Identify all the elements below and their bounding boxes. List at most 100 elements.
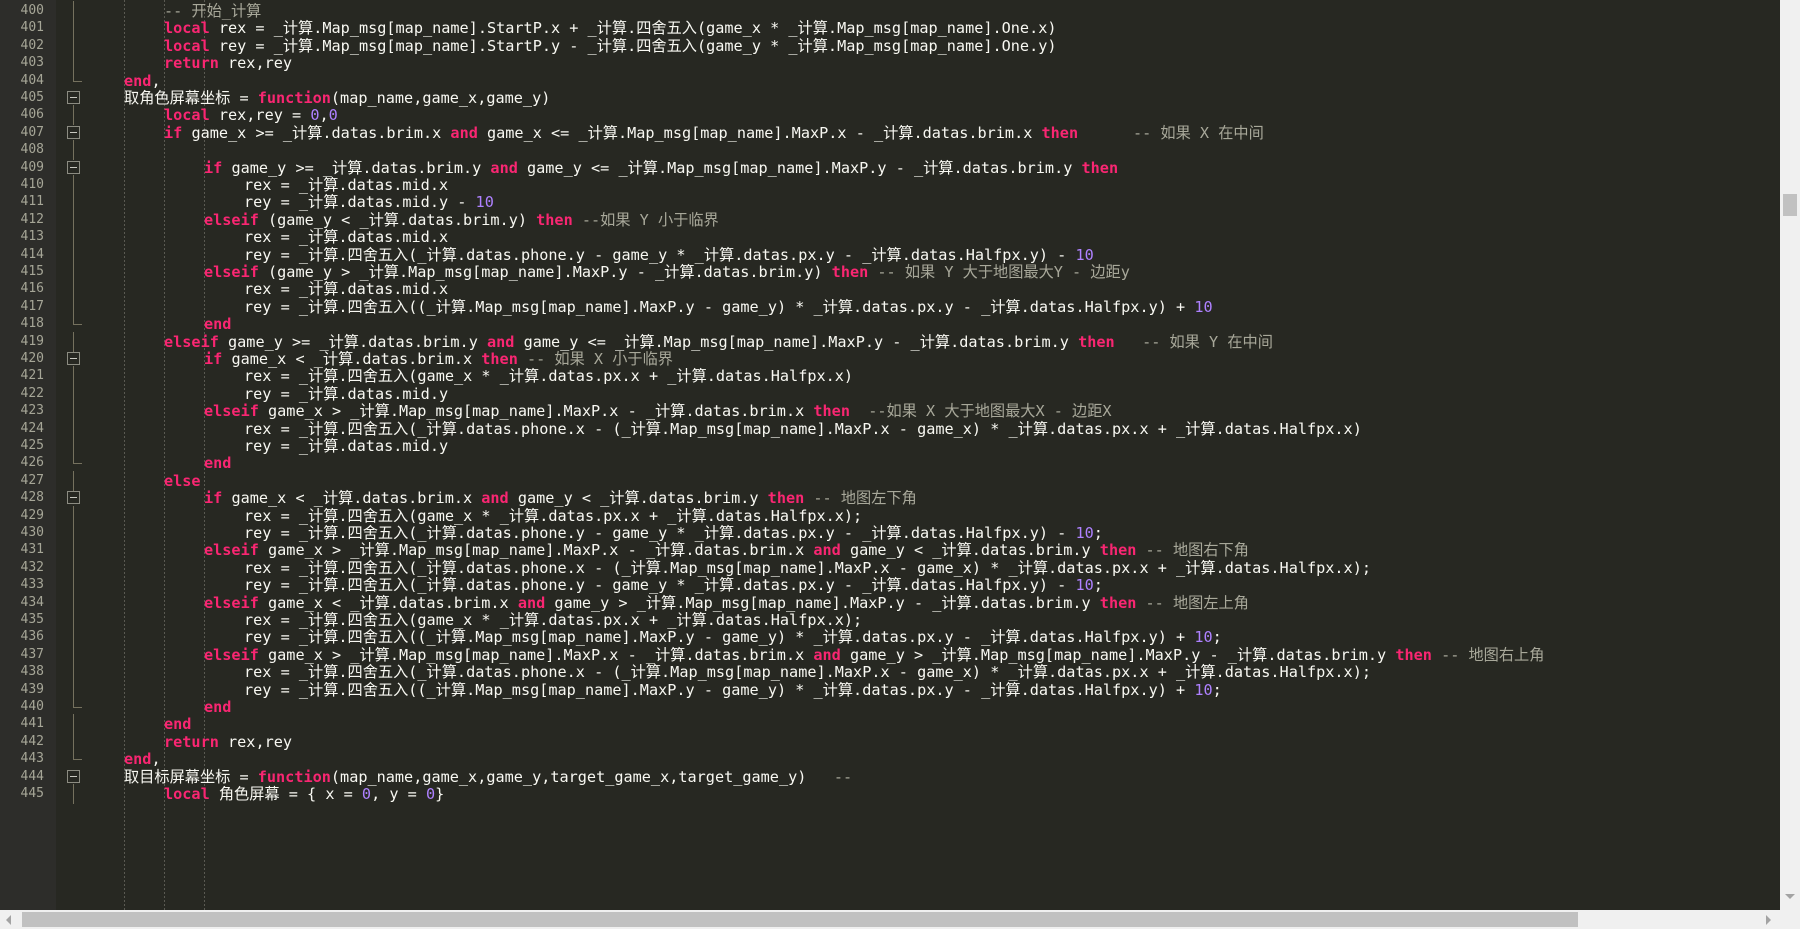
keyword-token: elseif — [204, 541, 259, 560]
code-line[interactable]: 445 local 角色屏幕 = { x = 0, y = 0} — [0, 784, 1780, 804]
code-token: rex = _计算.四舍五入(game_x * _计算.datas.px.x +… — [244, 367, 854, 386]
comment-token: -- 如果 Y 大于地图最大Y - 边距y — [868, 263, 1130, 281]
horizontal-scrollbar[interactable] — [0, 910, 1780, 929]
code-token: rey = _计算.四舍五入(_计算.datas.phone.y - game_… — [244, 245, 1076, 264]
code-token: rex,rey — [218, 732, 293, 751]
code-token: rex = _计算.四舍五入(game_x * _计算.datas.px.x +… — [244, 506, 863, 525]
fold-collapse-icon[interactable] — [67, 91, 80, 104]
code-token: game_x < _计算.datas.brim.x — [258, 593, 518, 612]
code-token: , y = — [371, 785, 426, 803]
code-token: game_y > _计算.Map_msg[map_name].MaxP.y - … — [840, 645, 1396, 664]
scroll-down-arrow-icon[interactable] — [1785, 894, 1795, 899]
code-token: (game_y > _计算.Map_msg[map_name].MaxP.y -… — [258, 263, 832, 281]
number-token: 10 — [1075, 524, 1094, 542]
vertical-scroll-thumb[interactable] — [1783, 194, 1797, 216]
keyword-token: then — [1099, 593, 1137, 612]
fold-collapse-icon[interactable] — [67, 125, 80, 139]
keyword-token: return — [164, 54, 219, 73]
code-token: , — [319, 106, 329, 125]
keyword-token: function — [257, 767, 331, 786]
number-token: 10 — [1075, 245, 1094, 264]
keyword-token: elseif — [204, 645, 259, 664]
code-token: rex,rey — [218, 54, 293, 73]
code-token: rex = _计算.datas.mid.x — [244, 228, 449, 247]
code-editor[interactable]: 400 -- 开始_计算 401 local rex = _计算.Map_msg[ma… — [0, 0, 1780, 910]
code-token: , — [151, 71, 161, 90]
code-token: ; — [1093, 576, 1103, 595]
fold-collapse-icon[interactable] — [67, 769, 80, 783]
code-token: rex,rey = — [209, 106, 311, 125]
comment-token: --如果 X 大于地图最大X - 边距X — [849, 402, 1112, 421]
code-token: rex = _计算.四舍五入(game_x * _计算.datas.px.x +… — [244, 611, 863, 629]
code-token: game_x <= _计算.Map_msg[map_name].MaxP.x -… — [477, 123, 1042, 142]
fold-collapse-icon[interactable] — [67, 160, 80, 174]
code-token: rey = _计算.四舍五入(_计算.datas.phone.y - game_… — [244, 576, 1076, 595]
keyword-token: and — [517, 593, 546, 612]
fold-end-marker — [73, 70, 82, 82]
number-token: 10 — [1194, 680, 1213, 699]
code-text: local 角色屏幕 = { x = 0, y = 0} — [164, 784, 444, 804]
keyword-token: then — [1395, 645, 1432, 664]
keyword-token: then — [831, 263, 869, 281]
keyword-token: return — [164, 732, 219, 751]
keyword-token: elseif — [204, 402, 259, 421]
code-token: game_y >= _计算.datas.brim.y — [218, 332, 487, 351]
keyword-token: end — [204, 698, 232, 716]
code-token: game_y < _计算.datas.brim.y — [840, 541, 1100, 560]
code-token: rey = _计算.四舍五入((_计算.Map_msg[map_name].Ma… — [244, 628, 1195, 647]
keyword-token: local — [164, 106, 210, 125]
vertical-scrollbar[interactable] — [1780, 0, 1800, 910]
comment-token: -- — [806, 767, 853, 786]
number-token: 0 — [328, 106, 338, 125]
line-number: 445 — [20, 786, 44, 801]
keyword-token: if — [204, 489, 223, 508]
comment-token: -- 如果 Y 在中间 — [1114, 332, 1273, 351]
code-token: ; — [1212, 680, 1222, 699]
keyword-token: end — [204, 454, 232, 473]
keyword-token: elseif — [204, 210, 259, 229]
keyword-token: local — [164, 785, 210, 803]
number-token: 10 — [1194, 628, 1213, 647]
code-token: game_x >= _计算.datas.brim.x — [182, 123, 451, 142]
keyword-token: then — [767, 489, 805, 508]
code-token: rex = _计算.Map_msg[map_name].StartP.x + _… — [209, 19, 1057, 38]
keyword-token: end — [124, 750, 152, 769]
code-token: game_y < _计算.datas.brim.y — [508, 489, 768, 508]
fold-end-marker — [73, 749, 82, 761]
code-token: rey = _计算.四舍五入((_计算.Map_msg[map_name].Ma… — [244, 680, 1195, 699]
scroll-right-arrow-icon[interactable] — [1766, 915, 1771, 925]
keyword-token: and — [487, 332, 515, 351]
comment-token: -- 地图右上角 — [1431, 645, 1545, 664]
fold-collapse-icon[interactable] — [67, 352, 80, 365]
scrollbar-corner — [1780, 910, 1800, 929]
code-token: 取目标屏幕坐标 = — [124, 767, 258, 786]
number-token: 10 — [1194, 297, 1213, 316]
keyword-token: if — [204, 350, 223, 368]
code-token: game_x > _计算.Map_msg[map_name].MaxP.x - … — [258, 645, 814, 664]
code-token: rey = _计算.四舍五入((_计算.Map_msg[map_name].Ma… — [244, 297, 1195, 316]
code-token: (game_y < _计算.datas.brim.y) — [258, 210, 537, 229]
comment-token: -- 开始_计算 — [164, 2, 262, 20]
fold-end-marker — [73, 314, 82, 326]
keyword-token: elseif — [204, 593, 259, 612]
comment-token: -- 如果 X 小于临界 — [517, 350, 673, 368]
code-token: game_y >= _计算.datas.brim.y — [222, 158, 491, 177]
code-token: game_x < _计算.datas.brim.x — [222, 350, 482, 368]
number-token: 10 — [1075, 576, 1094, 595]
number-token: 10 — [475, 193, 494, 212]
horizontal-scroll-thumb[interactable] — [22, 912, 1578, 927]
code-token: rex = _计算.datas.mid.x — [244, 280, 449, 299]
scroll-left-arrow-icon[interactable] — [6, 915, 11, 925]
code-token: (map_name,game_x,game_y,target_game_x,ta… — [330, 767, 807, 786]
keyword-token: then — [1099, 541, 1137, 560]
keyword-token: then — [1078, 332, 1115, 351]
code-token: game_y > _计算.Map_msg[map_name].MaxP.y - … — [545, 593, 1100, 612]
keyword-token: end — [164, 715, 192, 734]
code-token: ; — [1212, 628, 1222, 647]
code-token: game_x < _计算.datas.brim.x — [222, 489, 482, 508]
code-token: } — [435, 785, 445, 803]
fold-collapse-icon[interactable] — [67, 491, 80, 505]
code-token: game_y <= _计算.Map_msg[map_name].MaxP.y -… — [514, 332, 1079, 351]
keyword-token: local — [164, 36, 210, 55]
comment-token: -- 地图右下角 — [1136, 541, 1249, 560]
